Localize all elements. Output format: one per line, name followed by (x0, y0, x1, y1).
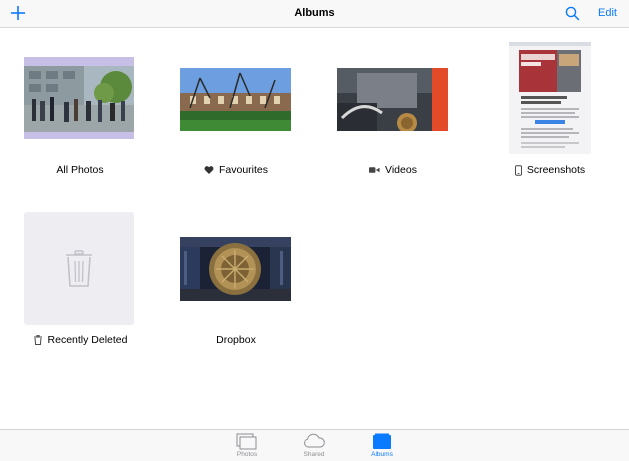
album-name: All Photos (56, 164, 104, 176)
tab-photos[interactable]: Photos (217, 430, 277, 461)
navigation-bar: Albums Edit (0, 0, 629, 28)
tab-label: Albums (371, 451, 393, 458)
album-name: Favourites (218, 164, 269, 176)
heart-icon (204, 166, 214, 174)
album-name: Dropbox (216, 334, 256, 346)
album-label: All Photos (0, 164, 160, 176)
search-icon[interactable] (565, 6, 580, 21)
album-name: Screenshots (526, 164, 586, 176)
album-label: Recently Deleted (0, 334, 160, 346)
album-label: Videos (313, 164, 473, 176)
album-thumbnail (180, 68, 291, 131)
album-thumbnail (24, 212, 134, 325)
album-label: Dropbox (156, 334, 316, 346)
album-name: Recently Deleted (47, 334, 128, 346)
tab-shared[interactable]: Shared (284, 430, 344, 461)
album-thumbnail (509, 42, 591, 154)
page-title: Albums (294, 7, 335, 19)
photos-stack-icon (236, 433, 257, 450)
edit-button[interactable]: Edit (598, 7, 617, 19)
tab-albums[interactable]: Albums (352, 430, 412, 461)
tab-label: Photos (236, 451, 258, 458)
plus-icon[interactable] (9, 4, 27, 22)
album-name: Videos (385, 164, 417, 176)
trash-icon (66, 250, 92, 287)
album-label: Favourites (156, 164, 316, 176)
tab-label: Shared (303, 451, 325, 458)
album-thumbnail (24, 57, 134, 139)
phone-icon (514, 164, 522, 176)
tab-bar: Photos Shared Albums (0, 429, 629, 461)
album-thumbnail (337, 68, 448, 131)
video-camera-icon (369, 167, 380, 173)
trash-icon (33, 335, 42, 345)
folder-icon (373, 433, 391, 449)
album-label: Screenshots (470, 164, 629, 176)
album-thumbnail (180, 237, 291, 301)
cloud-icon (304, 433, 325, 448)
